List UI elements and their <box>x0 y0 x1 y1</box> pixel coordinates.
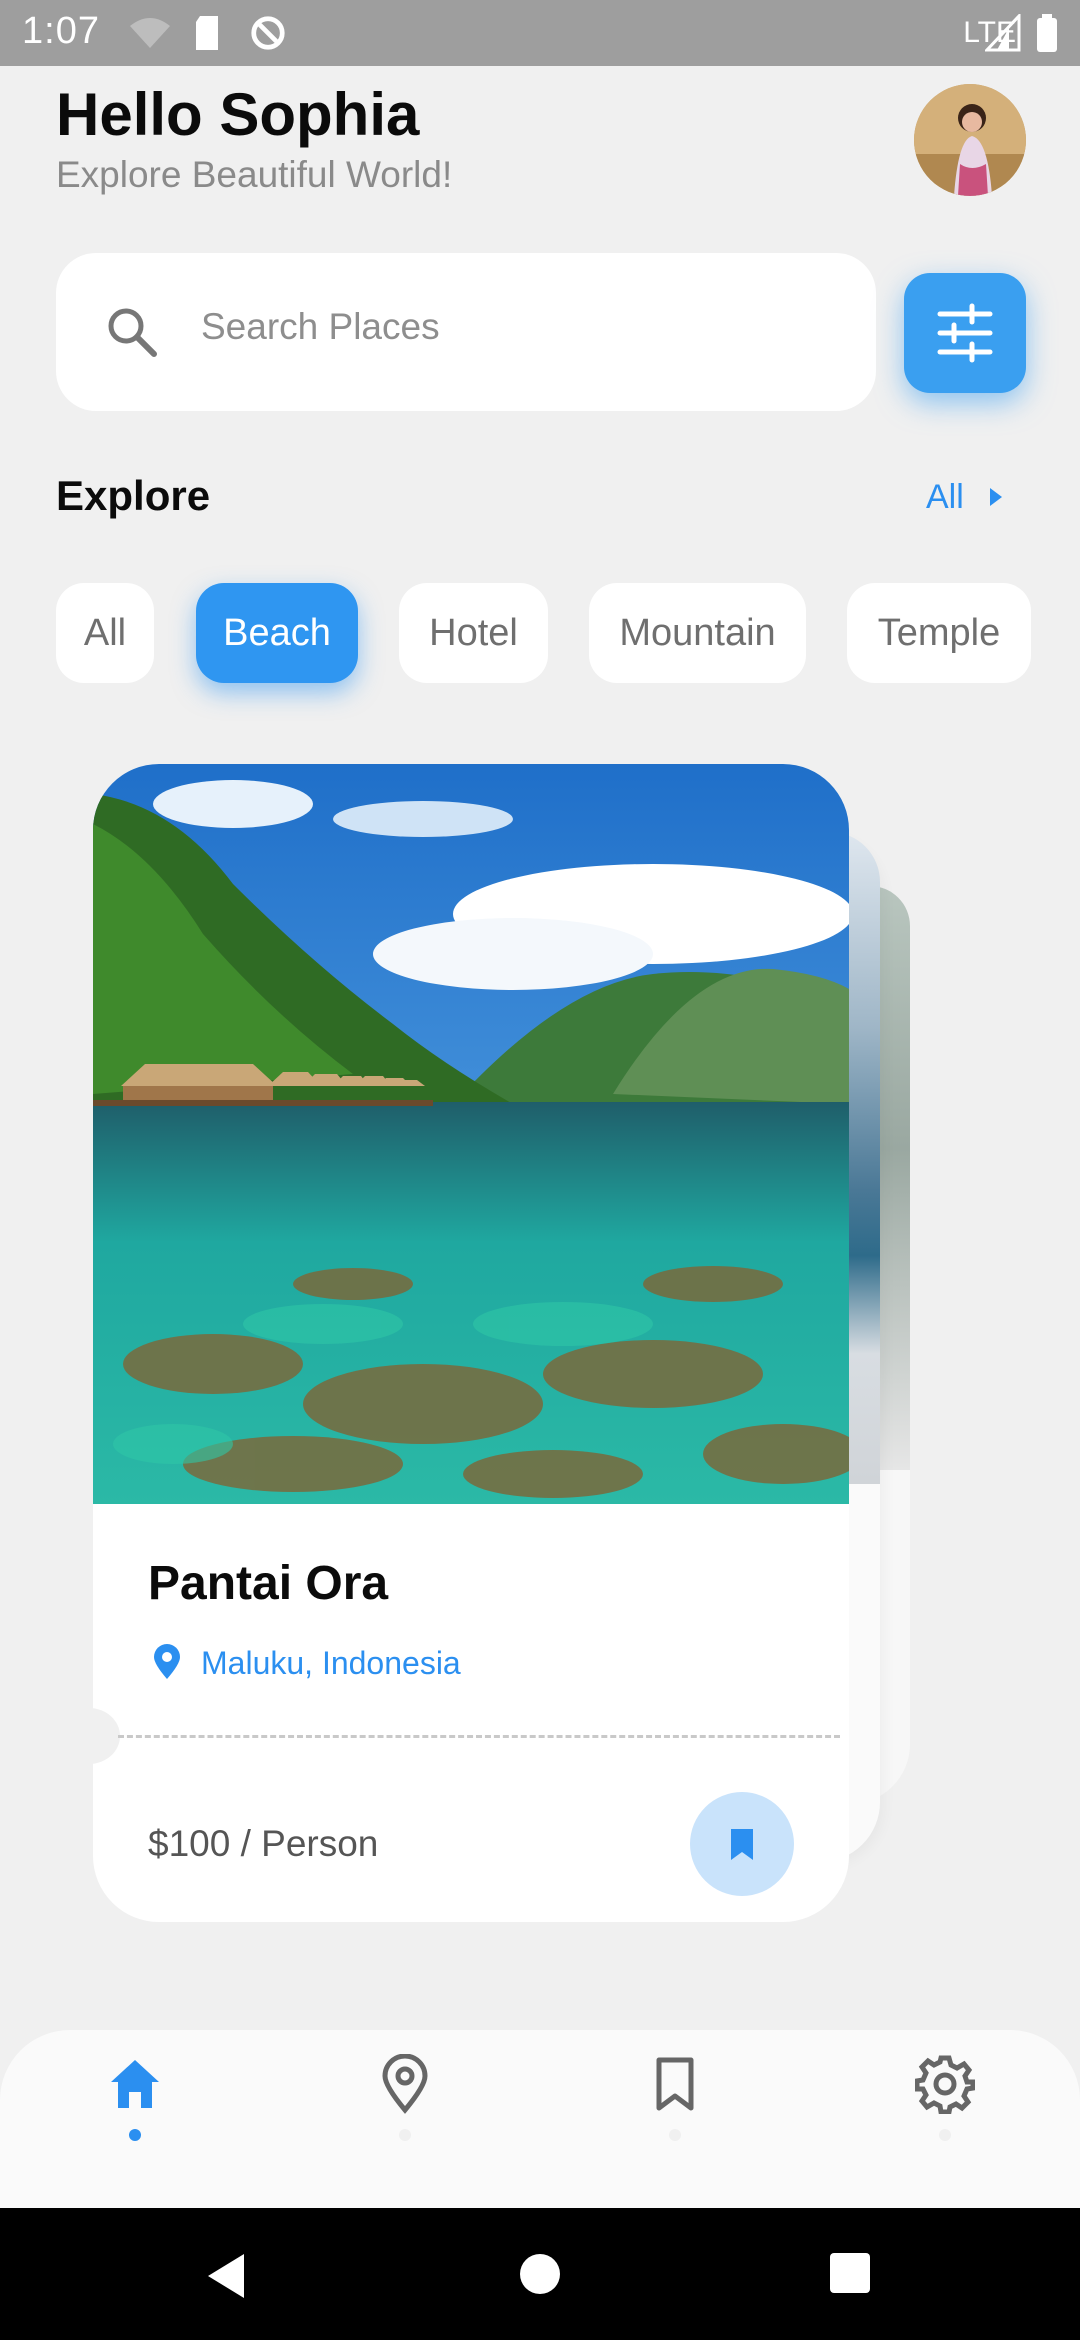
avatar[interactable] <box>914 84 1026 196</box>
place-location: Maluku, Indonesia <box>201 1645 461 1681</box>
sd-card-icon <box>196 16 218 50</box>
category-chip-temple[interactable]: Temple <box>847 583 1031 683</box>
caret-right-icon <box>990 488 1002 506</box>
settings-gear-icon[interactable] <box>915 2054 975 2114</box>
battery-icon <box>1037 14 1057 52</box>
bookmark-icon <box>731 1829 753 1860</box>
signal-icon <box>985 14 1021 52</box>
bookmark-icon[interactable] <box>645 2054 705 2114</box>
greeting-title: Hello Sophia <box>56 81 420 148</box>
home-icon[interactable] <box>105 2054 165 2114</box>
ticket-notch <box>58 1708 120 1764</box>
nav-indicator-settings <box>939 2129 951 2141</box>
place-photo <box>93 764 849 1504</box>
see-all-link[interactable]: All <box>926 478 964 517</box>
wifi-icon <box>130 18 170 48</box>
status-time: 1:07 <box>22 10 100 52</box>
category-chip-all[interactable]: All <box>56 583 154 683</box>
home-circle-icon[interactable] <box>518 2252 562 2296</box>
sliders-icon <box>937 303 993 363</box>
explore-heading: Explore <box>56 472 211 519</box>
place-name: Pantai Ora <box>148 1557 389 1610</box>
recents-icon[interactable] <box>829 2252 871 2294</box>
category-chip-hotel[interactable]: Hotel <box>399 583 548 683</box>
place-price: $100 / Person <box>148 1823 379 1864</box>
ticket-divider <box>118 1735 840 1738</box>
location-pin-icon[interactable] <box>375 2054 435 2114</box>
category-chip-beach[interactable]: Beach <box>196 583 358 683</box>
back-icon[interactable] <box>204 2252 248 2300</box>
data-saver-icon <box>251 16 285 50</box>
search-bar[interactable] <box>56 253 876 411</box>
category-chip-mountain[interactable]: Mountain <box>589 583 806 683</box>
location-pin-icon <box>154 1644 180 1679</box>
nav-indicator-home <box>129 2129 141 2141</box>
search-input[interactable]: Search Places <box>201 306 440 348</box>
nav-indicator-map <box>399 2129 411 2141</box>
search-icon <box>108 308 157 357</box>
nav-indicator-saved <box>669 2129 681 2141</box>
greeting-subtitle: Explore Beautiful World! <box>56 154 453 195</box>
place-card[interactable] <box>93 764 849 1922</box>
